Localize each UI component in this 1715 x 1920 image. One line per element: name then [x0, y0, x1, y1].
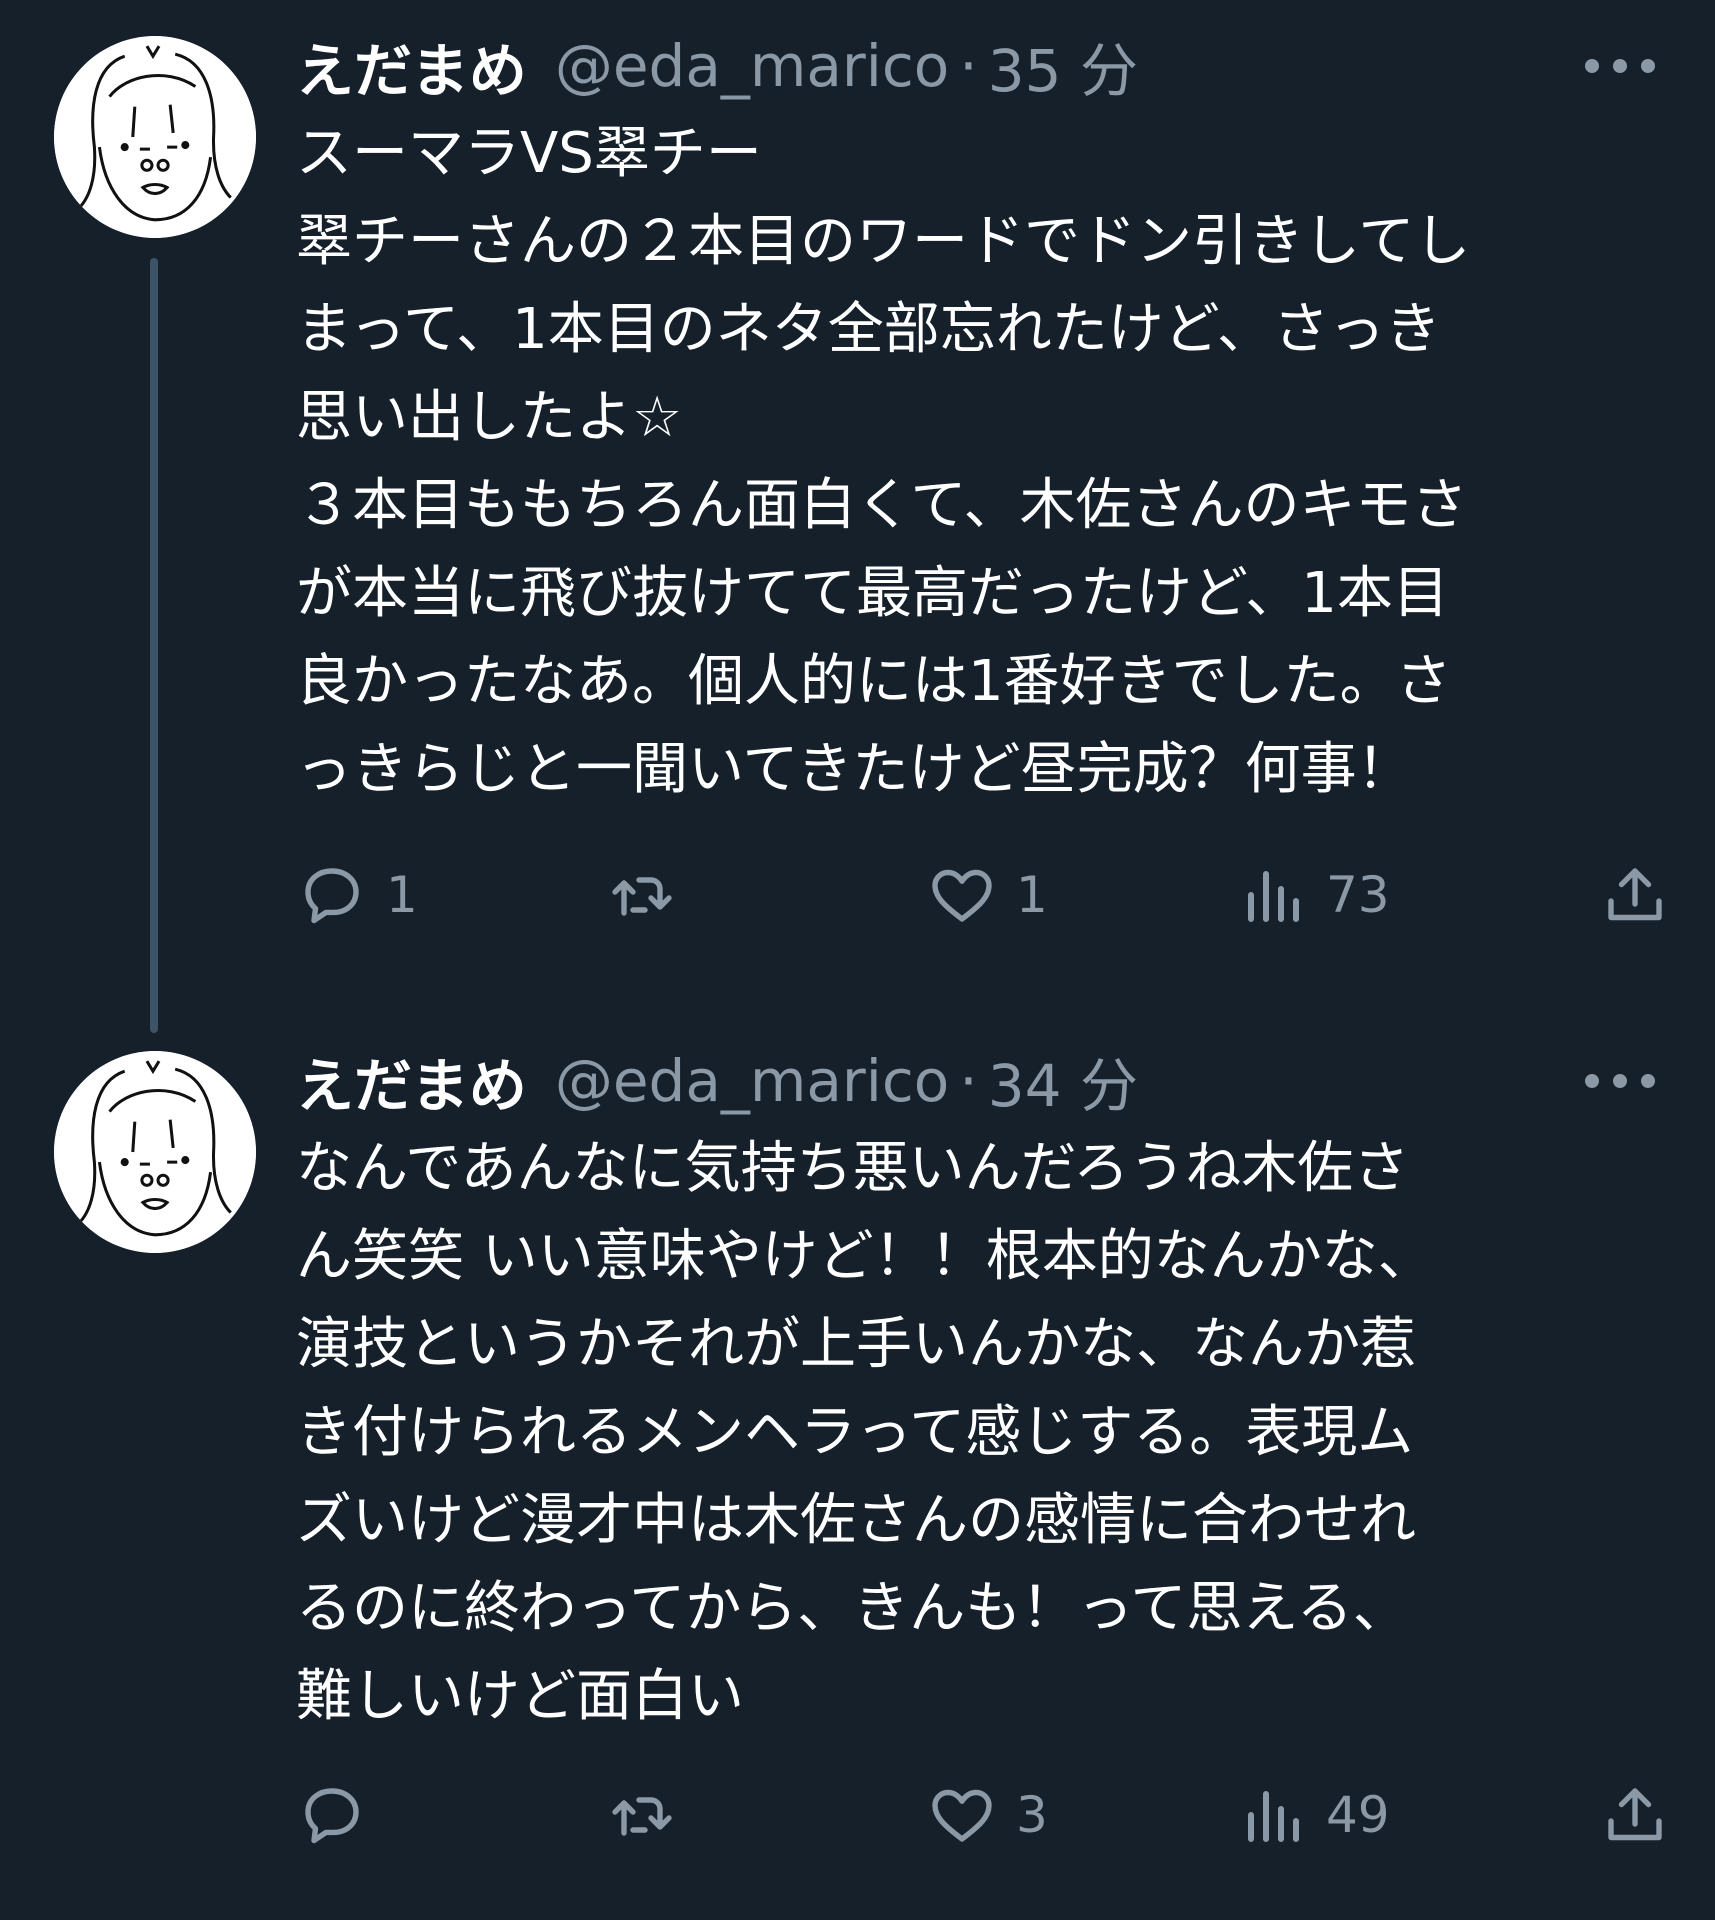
tweet-header: えだまめ @eda_marico · 34 分 [296, 1045, 1655, 1120]
tweet-text-line: っきらじと一聞いてきたけど昼完成？何事！ [296, 737, 1413, 802]
tweet-text-line: まって、1本目のネタ全部忘れたけど、さっき [296, 297, 1441, 362]
separator-dot: · [959, 1047, 978, 1115]
retweet-icon [612, 1797, 672, 1836]
tweet-actions: 1 1 73 [296, 855, 1671, 935]
tweet-text-line: スーマラVS翠チー [296, 121, 762, 186]
user-handle[interactable]: @eda_marico [555, 1047, 949, 1115]
tweet-text-line: なんであんなに気持ち悪いんだろうね木佐さ [296, 1136, 1410, 1201]
tweet-text-line: るのに終わってから、きんも！って思える、 [296, 1576, 1409, 1641]
views-chart-icon [1248, 871, 1299, 922]
tweet-text-line: 良かったなあ。個人的には1番好きでした。さ [296, 649, 1452, 714]
retweet-icon [612, 877, 672, 916]
views-chart-icon [1248, 1791, 1299, 1842]
views-button[interactable]: 73 [1236, 855, 1390, 935]
tweet-text-line: ん笑笑 いい意味やけど！！根本的なんかな、 [296, 1224, 1434, 1289]
like-count: 3 [1016, 1786, 1048, 1844]
tweet-text-line: が本当に飛び抜けてて最高だったけど、1本目 [296, 561, 1449, 626]
tweet-header: えだまめ @eda_marico · 35 分 [296, 30, 1655, 105]
like-count: 1 [1016, 866, 1048, 924]
tweet-text-line: ズいけど漫才中は木佐さんの感情に合わせれ [296, 1488, 1416, 1553]
tweet[interactable]: えだまめ @eda_marico · 34 分 なんであんなに気持ち悪いんだろう… [0, 1015, 1715, 1920]
share-button[interactable] [1599, 1775, 1671, 1855]
tweet-text-line: き付けられるメンヘラって感じする。表現ム [296, 1400, 1414, 1465]
avatar[interactable] [54, 1051, 256, 1253]
reply-button[interactable] [296, 1775, 386, 1855]
separator-dot: · [959, 32, 978, 100]
tweet-text-line: ３本目ももちろん面白くて、木佐さんのキモさ [296, 473, 1468, 538]
view-count: 73 [1326, 866, 1390, 924]
user-handle[interactable]: @eda_marico [555, 32, 949, 100]
tweet-text-line: 思い出したよ☆ [296, 385, 683, 450]
like-button[interactable]: 1 [926, 855, 1048, 935]
tweet-text-line: 難しいけど面白い [296, 1664, 744, 1729]
reply-icon [305, 1788, 359, 1844]
retweet-button[interactable] [606, 1775, 696, 1855]
tweet[interactable]: えだまめ @eda_marico · 35 分 スーマラVS翠チー 翠チーさんの… [0, 0, 1715, 1033]
thread-connector-line [150, 258, 158, 1033]
avatar-illustration [54, 1051, 256, 1253]
reply-count: 1 [386, 866, 418, 924]
tweet-text: なんであんなに気持ち悪いんだろうね木佐さ ん笑笑 いい意味やけど！！根本的なんか… [296, 1125, 1646, 1741]
like-button[interactable]: 3 [926, 1775, 1048, 1855]
tweet-text: スーマラVS翠チー 翠チーさんの２本目のワードでドン引きしてし まって、1本目の… [296, 110, 1646, 814]
avatar[interactable] [54, 36, 256, 238]
share-icon [1608, 1788, 1662, 1841]
display-name[interactable]: えだまめ [296, 1039, 527, 1123]
timestamp[interactable]: 34 分 [988, 1039, 1138, 1123]
more-dots-icon[interactable] [1585, 44, 1655, 88]
tweet-actions: 3 49 [296, 1775, 1671, 1855]
retweet-button[interactable] [606, 855, 696, 935]
heart-icon [932, 869, 992, 922]
view-count: 49 [1326, 1786, 1390, 1844]
reply-button[interactable]: 1 [296, 855, 418, 935]
tweet-text-line: 演技というかそれが上手いんかな、なんか惹 [296, 1312, 1416, 1377]
heart-icon [932, 1789, 992, 1842]
tweet-text-line: 翠チーさんの２本目のワードでドン引きしてし [296, 209, 1471, 274]
more-dots-icon[interactable] [1585, 1059, 1655, 1103]
share-button[interactable] [1599, 855, 1671, 935]
reply-icon [305, 868, 359, 924]
views-button[interactable]: 49 [1236, 1775, 1390, 1855]
display-name[interactable]: えだまめ [296, 24, 527, 108]
avatar-illustration [54, 36, 256, 238]
timestamp[interactable]: 35 分 [988, 24, 1138, 108]
share-icon [1608, 868, 1662, 921]
